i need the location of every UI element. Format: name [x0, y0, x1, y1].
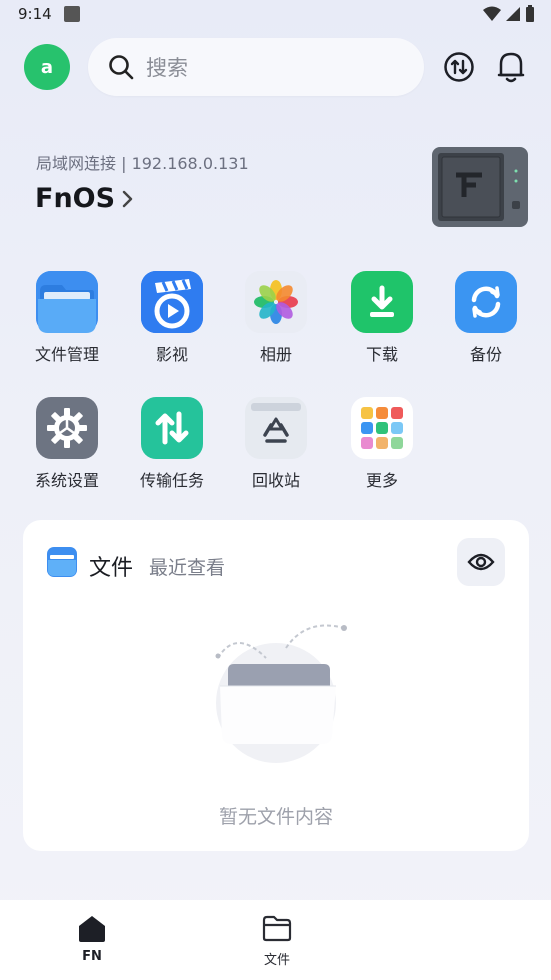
transfer-status-button[interactable]: [442, 48, 476, 86]
app-more[interactable]: 更多: [337, 397, 427, 491]
app-label: 相册: [259, 345, 292, 364]
more-icon: [351, 397, 413, 459]
folder-icon: [36, 271, 98, 333]
avatar-letter: a: [40, 56, 54, 78]
app-transfer-tasks[interactable]: 传输任务: [127, 397, 217, 491]
tab-label: 文件: [263, 953, 290, 968]
sync-arrows-icon: [444, 52, 474, 82]
settings-icon: [36, 397, 98, 459]
card-title: 文件: [89, 556, 134, 581]
home-icon: [79, 916, 105, 942]
film-icon: [141, 271, 203, 333]
app-label: 回收站: [251, 471, 300, 490]
app-label: 文件管理: [34, 345, 99, 364]
search-icon: [109, 55, 134, 80]
battery-icon: [526, 5, 534, 22]
recycle-icon: [245, 397, 307, 459]
bell-icon: [497, 52, 525, 83]
chevron-right-icon: [122, 190, 133, 207]
download-icon: [351, 271, 413, 333]
backup-icon: [455, 271, 517, 333]
system-icons: [483, 5, 535, 23]
app-label: 系统设置: [34, 471, 99, 490]
app-label: 传输任务: [139, 471, 204, 490]
eye-icon: [467, 553, 495, 571]
search-input[interactable]: 搜索: [88, 38, 424, 96]
notifications-button[interactable]: [494, 48, 528, 86]
bottom-tab-bar: FN 文件: [0, 900, 551, 980]
app-photos[interactable]: 相册: [231, 271, 321, 365]
folder-outline-icon: [262, 915, 292, 942]
folder-icon: [47, 547, 77, 577]
app-label: 影视: [155, 345, 188, 364]
photos-icon: [245, 271, 307, 333]
visibility-toggle-button[interactable]: [457, 538, 505, 586]
app-video[interactable]: 影视: [127, 271, 217, 365]
tab-label: FN: [82, 949, 102, 964]
card-subtitle: 最近查看: [149, 557, 226, 579]
device-name: FnOS: [35, 183, 116, 214]
files-card: 文件 最近查看 暂无文件内容: [23, 520, 529, 851]
avatar[interactable]: a: [24, 44, 70, 90]
tab-fn[interactable]: FN: [47, 914, 137, 964]
app-settings[interactable]: 系统设置: [22, 397, 112, 491]
device-selector[interactable]: FnOS: [35, 183, 135, 214]
signal-icon: [506, 7, 520, 21]
status-time: 9:14: [18, 5, 52, 23]
transfer-icon: [141, 397, 203, 459]
app-label: 下载: [365, 345, 398, 364]
app-download[interactable]: 下载: [337, 271, 427, 365]
connection-status: 局域网连接 | 192.168.0.131: [36, 154, 249, 173]
search-placeholder: 搜索: [146, 56, 188, 80]
empty-state-text: 暂无文件内容: [218, 806, 333, 828]
wifi-icon: [483, 6, 501, 21]
notification-icon: [64, 6, 80, 22]
app-file-manager[interactable]: 文件管理: [22, 271, 112, 365]
tab-files[interactable]: 文件: [232, 914, 322, 968]
app-backup[interactable]: 备份: [441, 271, 531, 365]
app-recycle-bin[interactable]: 回收站: [231, 397, 321, 491]
app-label: 更多: [365, 471, 398, 490]
empty-folder-illustration: [215, 624, 347, 763]
app-label: 备份: [469, 345, 502, 364]
status-bar: 9:14: [0, 0, 551, 30]
nas-device-image: [430, 145, 530, 229]
